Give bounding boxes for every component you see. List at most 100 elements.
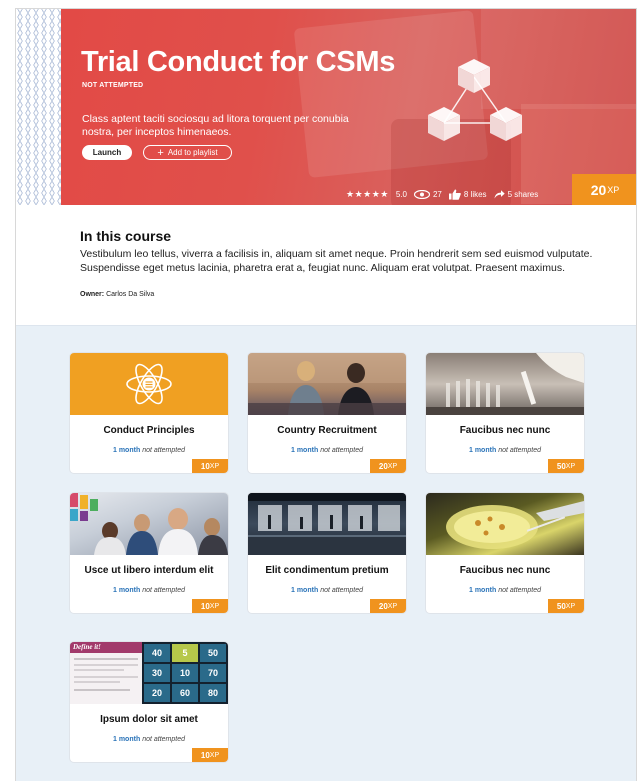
meeting-illustration: [248, 353, 406, 415]
module-xp-badge: 10 XP: [192, 748, 228, 762]
add-to-playlist-button[interactable]: + Add to playlist: [143, 145, 232, 160]
views-stat: 27: [413, 190, 442, 199]
module-status: not attempted: [142, 736, 185, 743]
module-duration: 1 month: [113, 587, 141, 594]
module-duration: 1 month: [469, 447, 497, 454]
views-count: 27: [432, 190, 442, 199]
module-title: Elit condimentum pretium: [265, 565, 389, 576]
module-duration: 1 month: [469, 587, 497, 594]
share-arrow-icon: [494, 190, 505, 199]
test-tubes-photo: [426, 353, 584, 415]
module-duration: 1 month: [291, 587, 319, 594]
module-xp-badge: 10 XP: [192, 459, 228, 473]
module-meta: 1 month not attempted: [426, 587, 584, 594]
module-meta: 1 month not attempted: [70, 447, 228, 454]
petri-dish-photo: [426, 493, 584, 555]
hero-pattern-strip: [16, 9, 61, 205]
module-card-country-recruitment[interactable]: Country Recruitment 1 month not attempte…: [248, 353, 406, 473]
module-xp-unit: XP: [209, 751, 220, 759]
module-xp-unit: XP: [565, 602, 576, 610]
plus-icon: +: [157, 146, 164, 159]
team-photo: [70, 493, 228, 555]
module-title: Conduct Principles: [103, 425, 195, 436]
module-xp-badge: 20 XP: [370, 459, 406, 473]
course-description: Class aptent taciti sociosqu ad litora t…: [82, 113, 349, 138]
module-duration: 1 month: [113, 736, 141, 743]
course-page: Trial Conduct for CSMs NOT ATTEMPTED Cla…: [15, 8, 637, 781]
module-duration: 1 month: [291, 447, 319, 454]
tile[interactable]: 30: [144, 664, 170, 682]
tile[interactable]: 5: [172, 644, 198, 662]
module-meta: 1 month not attempted: [70, 736, 228, 743]
tile[interactable]: 10: [172, 664, 198, 682]
tile[interactable]: 70: [200, 664, 226, 682]
module-xp-value: 10: [200, 461, 210, 471]
module-card-conduct-principles[interactable]: Conduct Principles 1 month not attempted…: [70, 353, 228, 473]
define-it-tiles: 40 5 50 30 10 70 20 60 80: [144, 644, 226, 702]
about-heading: In this course: [80, 228, 172, 244]
define-it-heading: Define it!: [70, 642, 142, 653]
rating-value: 5.0: [395, 190, 407, 199]
module-meta: 1 month not attempted: [426, 447, 584, 454]
module-duration: 1 month: [113, 447, 141, 454]
launch-button[interactable]: Launch: [82, 145, 132, 160]
module-xp-unit: XP: [209, 602, 220, 610]
course-status: NOT ATTEMPTED: [82, 82, 144, 89]
module-xp-badge: 50 XP: [548, 459, 584, 473]
course-stats: ★★★★★ 5.0 27 8 likes 5 shares: [346, 189, 538, 200]
module-title: Faucibus nec nunc: [459, 565, 551, 576]
hero-background: [61, 9, 636, 205]
module-xp-value: 10: [200, 750, 210, 760]
define-it-game: Define it! 40 5 50 30 10 70 20 60 80: [70, 642, 228, 704]
cubes-network-icon: [428, 59, 522, 141]
office-illustration: [248, 493, 406, 555]
eye-icon: [413, 190, 430, 199]
owner-info: Owner: Carlos Da Silva: [80, 291, 154, 298]
likes-stat[interactable]: 8 likes: [448, 189, 487, 200]
module-card-usce-ut-libero[interactable]: Usce ut libero interdum elit 1 month not…: [70, 493, 228, 613]
meeting-photo: [248, 353, 406, 415]
office-photo: [248, 493, 406, 555]
tile[interactable]: 80: [200, 684, 226, 702]
tile[interactable]: 20: [144, 684, 170, 702]
module-xp-value: 50: [556, 601, 566, 611]
module-title: Ipsum dolor sit amet: [100, 714, 198, 725]
module-status: not attempted: [142, 447, 185, 454]
module-xp-badge: 10 XP: [192, 599, 228, 613]
module-card-faucibus-2[interactable]: Faucibus nec nunc 1 month not attempted …: [426, 493, 584, 613]
about-description: Vestibulum leo tellus, viverra a facilis…: [80, 248, 593, 274]
module-xp-value: 10: [200, 601, 210, 611]
module-card-faucibus-1[interactable]: Faucibus nec nunc 1 month not attempted …: [426, 353, 584, 473]
course-xp-value: 20: [590, 181, 607, 198]
course-hero: Trial Conduct for CSMs NOT ATTEMPTED Cla…: [16, 9, 636, 205]
owner-label: Owner:: [80, 291, 105, 298]
module-status: not attempted: [498, 447, 541, 454]
course-xp-badge: 20 XP: [572, 174, 636, 205]
module-xp-badge: 50 XP: [548, 599, 584, 613]
module-status: not attempted: [320, 447, 363, 454]
module-xp-unit: XP: [387, 462, 398, 470]
tile[interactable]: 40: [144, 644, 170, 662]
course-title: Trial Conduct for CSMs: [81, 46, 396, 78]
module-xp-unit: XP: [209, 462, 220, 470]
module-card-ipsum-dolor[interactable]: Define it! 40 5 50 30 10 70 20 60 80 Ips…: [70, 642, 228, 762]
owner-name: Carlos Da Silva: [106, 291, 155, 298]
module-status: not attempted: [320, 587, 363, 594]
module-xp-value: 50: [556, 461, 566, 471]
tile[interactable]: 50: [200, 644, 226, 662]
module-meta: 1 month not attempted: [70, 587, 228, 594]
shares-count: 5 shares: [507, 190, 539, 199]
module-status: not attempted: [498, 587, 541, 594]
module-card-elit-condimentum[interactable]: Elit condimentum pretium 1 month not att…: [248, 493, 406, 613]
tile[interactable]: 60: [172, 684, 198, 702]
shares-stat[interactable]: 5 shares: [494, 190, 539, 199]
module-xp-value: 20: [378, 601, 388, 611]
test-tubes-illustration: [426, 353, 584, 415]
add-to-playlist-label: Add to playlist: [167, 148, 218, 157]
module-title: Country Recruitment: [277, 425, 377, 436]
module-xp-value: 20: [378, 461, 388, 471]
module-thumbnail: [70, 353, 228, 415]
rating-stars: ★★★★★: [346, 189, 389, 199]
likes-count: 8 likes: [463, 190, 487, 199]
define-it-panel: Define it!: [70, 642, 142, 704]
